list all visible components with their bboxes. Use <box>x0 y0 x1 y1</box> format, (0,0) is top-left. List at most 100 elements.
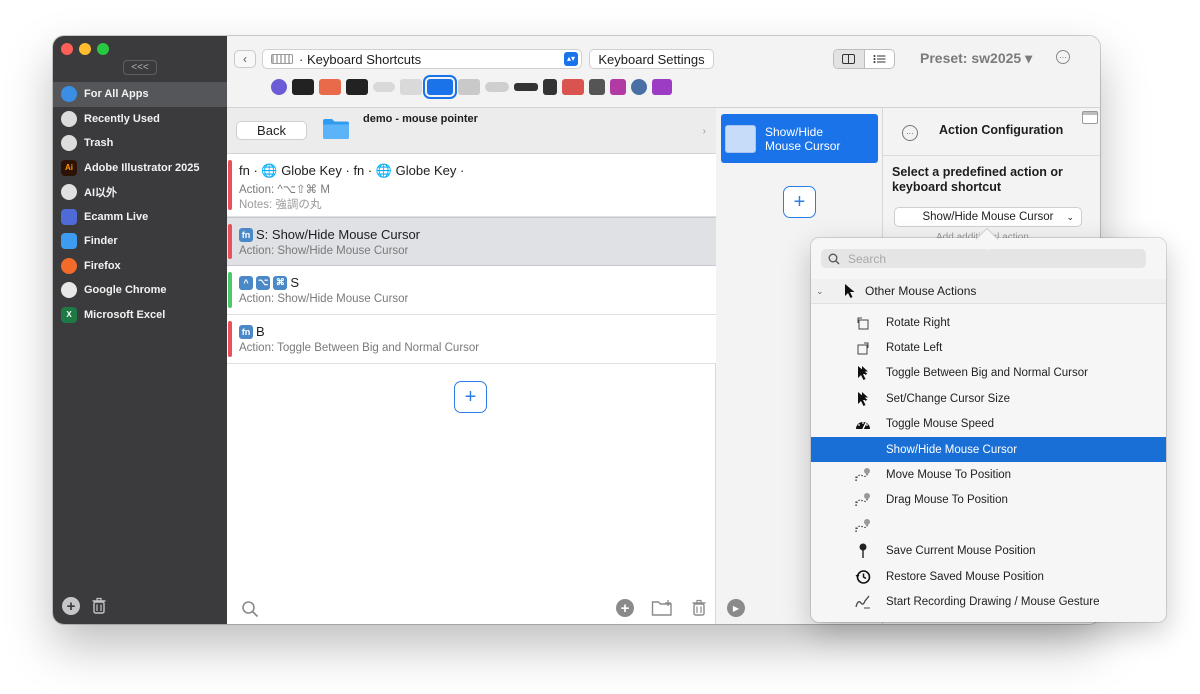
menu-item[interactable]: Show/Hide Mouse Cursor <box>811 436 1166 463</box>
trigger-row[interactable]: fn · 🌐 Globe Key · fn · 🌐 Globe Key · Ac… <box>227 154 716 217</box>
sidebar-app-item[interactable]: X Microsoft Excel <box>53 303 227 328</box>
menu-item[interactable] <box>811 513 1166 538</box>
command-key-icon: ⌘ <box>273 275 288 290</box>
updown-stepper-icon: ▴▾ <box>564 52 578 66</box>
trigger-list-panel: Back demo - mouse pointer › fn · 🌐 Globe… <box>227 108 716 624</box>
keyboard-settings-button[interactable]: Keyboard Settings <box>589 49 714 69</box>
rotate-left-icon <box>854 340 872 356</box>
menu-item[interactable]: Start Recording Drawing / Mouse Gesture <box>811 589 1166 614</box>
trigger-action: Action: Toggle Between Big and Normal Cu… <box>239 342 480 354</box>
mouse-device-icon[interactable] <box>485 82 509 92</box>
add-app-button[interactable]: + <box>62 597 80 615</box>
excel-icon: X <box>61 306 77 323</box>
search-icon[interactable] <box>241 600 259 618</box>
circle-icon <box>61 184 77 201</box>
sidebar-app-label: Trash <box>84 137 114 150</box>
more-options-icon[interactable]: ··· <box>1056 50 1070 64</box>
trigger-row[interactable]: fn B Action: Toggle Between Big and Norm… <box>227 315 716 364</box>
group-other-mouse-actions[interactable]: ⌄ Other Mouse Actions <box>811 279 1166 304</box>
list-view-icon[interactable] <box>865 50 895 68</box>
view-toggle[interactable] <box>833 49 895 69</box>
chevron-right-icon[interactable]: › <box>703 126 706 137</box>
menu-item[interactable]: Move Mouse To Position <box>811 462 1166 487</box>
config-title: Action Configuration <box>939 123 1064 137</box>
predefined-action-select[interactable]: Show/Hide Mouse Cursor ⌄ <box>894 207 1082 227</box>
drawing-device-icon[interactable] <box>610 79 626 95</box>
sidebar-app-label: Ecamm Live <box>84 210 149 223</box>
trackpad-device-icon[interactable] <box>400 79 422 95</box>
option-key-icon: ⌥ <box>256 275 271 290</box>
automation-device-icon[interactable] <box>631 79 647 95</box>
add-circle-icon[interactable]: + <box>616 599 634 617</box>
stream-deck-device-icon[interactable] <box>292 79 314 95</box>
menu-item[interactable]: Rotate Right <box>811 310 1166 335</box>
sidebar-toggle-icon[interactable] <box>1082 111 1098 124</box>
sidebar-app-item[interactable]: Finder <box>53 229 227 254</box>
play-icon[interactable]: ▶ <box>727 599 745 617</box>
menu-item-list: Rotate Right Rotate Left Toggle Between Bi… <box>811 310 1166 615</box>
row-color-bar <box>228 224 232 259</box>
sidebar: <<< For All Apps Recently Used Trash Ai Adob… <box>53 36 227 624</box>
chrome-icon <box>61 282 77 299</box>
blank-icon <box>854 442 872 458</box>
delete-app-icon[interactable] <box>90 597 108 615</box>
firefox-icon <box>61 257 77 274</box>
menu-item-label: Set/Change Cursor Size <box>886 392 1011 405</box>
menu-item[interactable]: Restore Saved Mouse Position <box>811 564 1166 589</box>
pin-icon <box>854 543 872 559</box>
menu-item[interactable]: Toggle Mouse Speed <box>811 412 1166 437</box>
control-key-icon: ^ <box>239 275 253 290</box>
zoom-window-button[interactable] <box>97 43 109 55</box>
preset-selector[interactable]: Preset: sw2025 ▾ <box>920 50 1032 67</box>
sidebar-app-item[interactable]: AI以外 <box>53 180 227 205</box>
menu-item[interactable]: Set/Change Cursor Size <box>811 386 1166 411</box>
chevron-left-icon[interactable]: ‹ <box>234 50 256 68</box>
trigger-action: Action: Show/Hide Mouse Cursor <box>239 245 409 257</box>
apple-remote-device-icon[interactable] <box>514 83 538 91</box>
minimize-window-button[interactable] <box>79 43 91 55</box>
keyboard-device-icon[interactable] <box>423 75 457 99</box>
sidebar-app-item[interactable]: Trash <box>53 131 227 156</box>
back-button[interactable]: Back <box>236 121 307 140</box>
column-view-icon[interactable] <box>834 50 865 68</box>
menu-item-label: Rotate Right <box>886 316 950 329</box>
touchbar-device-icon[interactable] <box>271 79 287 95</box>
midi-device-icon[interactable] <box>562 79 584 95</box>
menu-item[interactable]: Rotate Left <box>811 335 1166 360</box>
close-window-button[interactable] <box>61 43 73 55</box>
trigger-row[interactable]: fn S: Show/Hide Mouse Cursor Action: Sho… <box>227 217 716 266</box>
cute-device-icon[interactable] <box>319 79 341 95</box>
sidebar-app-item[interactable]: Ecamm Live <box>53 205 227 230</box>
search-input[interactable] <box>848 251 1118 266</box>
collapse-sidebar-button[interactable]: <<< <box>123 60 157 75</box>
menu-item-label: Save Current Mouse Position <box>886 545 1036 558</box>
sidebar-app-item[interactable]: Google Chrome <box>53 278 227 303</box>
sidebar-app-item[interactable]: Recently Used <box>53 107 227 132</box>
purple-device-icon[interactable] <box>652 79 672 95</box>
action-tile[interactable]: Show/Hide Mouse Cursor <box>721 114 878 163</box>
sidebar-app-item[interactable]: Firefox <box>53 254 227 279</box>
controller-device-icon[interactable] <box>589 79 605 95</box>
keys-device-icon[interactable] <box>458 79 480 95</box>
magic-mouse-device-icon[interactable] <box>373 82 395 92</box>
speedometer-icon <box>854 416 872 432</box>
new-folder-icon[interactable] <box>651 599 673 617</box>
sidebar-app-item[interactable]: Ai Adobe Illustrator 2025 <box>53 156 227 181</box>
menu-item[interactable]: Toggle Between Big and Normal Cursor <box>811 361 1166 386</box>
trigger-notes: Notes: 強調の丸 <box>239 199 322 211</box>
chevron-down-icon[interactable]: ⌄ <box>816 286 828 297</box>
config-header: ··· Action Configuration <box>883 108 1100 156</box>
other-device-icon[interactable] <box>543 79 557 95</box>
trash-icon[interactable] <box>690 599 708 617</box>
trigger-row[interactable]: ^ ⌥ ⌘ S Action: Show/Hide Mouse Cursor <box>227 266 716 315</box>
trigger-title-group: fn B <box>239 324 265 339</box>
row-color-bar <box>228 321 232 357</box>
menu-item[interactable]: Save Current Mouse Position <box>811 539 1166 564</box>
sidebar-app-item[interactable]: For All Apps <box>53 82 227 107</box>
pad-device-icon[interactable] <box>346 79 368 95</box>
trigger-action: Action: Show/Hide Mouse Cursor <box>239 293 409 305</box>
add-trigger-button[interactable]: + <box>454 381 487 413</box>
add-action-button[interactable]: + <box>783 186 816 218</box>
trigger-group-select[interactable]: · Keyboard Shortcuts ▴▾ <box>262 49 582 69</box>
menu-item[interactable]: Drag Mouse To Position <box>811 488 1166 513</box>
